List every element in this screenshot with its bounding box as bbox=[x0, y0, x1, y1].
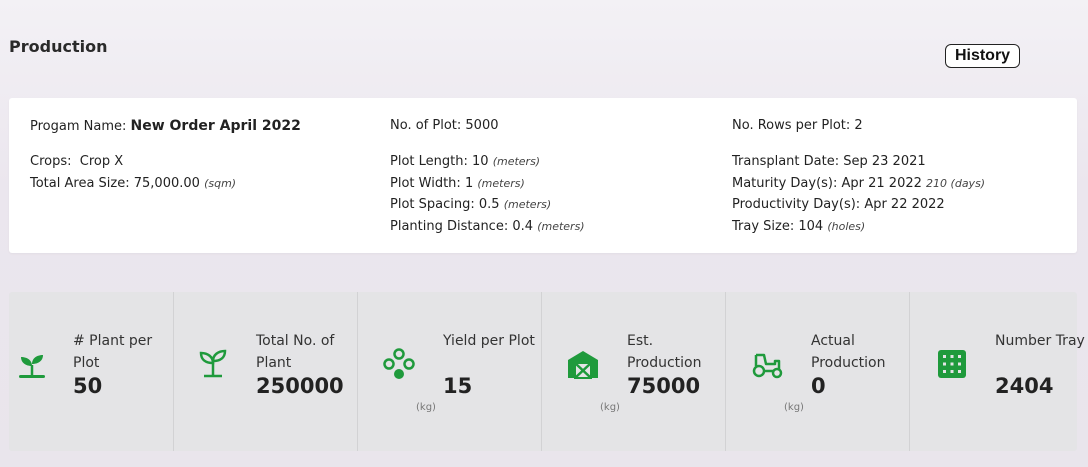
transplant-date-row: Transplant Date: Sep 23 2021 bbox=[732, 154, 926, 169]
rows-per-plot-row: No. Rows per Plot: 2 bbox=[732, 118, 863, 133]
stat-value: 75000 bbox=[627, 374, 701, 398]
stat-value: 250000 bbox=[256, 374, 344, 398]
program-name-label: Progam Name: bbox=[30, 119, 127, 134]
plot-length-unit: (meters) bbox=[492, 155, 541, 168]
planting-distance-unit: (meters) bbox=[537, 220, 585, 233]
total-area-label: Total Area Size: bbox=[30, 176, 130, 191]
no-plot-label: No. of Plot: bbox=[390, 118, 462, 133]
plot-width-unit: (meters) bbox=[477, 177, 525, 190]
stat-card-plant-per-plot: # Plant per Plot 50 bbox=[9, 292, 174, 451]
seeds-icon bbox=[383, 348, 415, 379]
program-name-value: New Order April 2022 bbox=[130, 118, 301, 134]
stat-label: # Plant per Plot bbox=[73, 333, 153, 371]
rows-per-plot-label: No. Rows per Plot: bbox=[732, 118, 851, 133]
productivity-row: Productivity Day(s): Apr 22 2022 bbox=[732, 197, 945, 212]
productivity-value: Apr 22 2022 bbox=[864, 197, 945, 212]
tray-size-value: 104 bbox=[798, 219, 824, 234]
stat-label: Total No. of Plant bbox=[256, 333, 335, 371]
page-title: Production bbox=[9, 37, 108, 56]
stat-unit: (kg) bbox=[784, 402, 804, 413]
sprout-icon bbox=[19, 355, 45, 378]
history-button[interactable]: History bbox=[945, 44, 1020, 68]
crops-label: Crops: bbox=[30, 154, 72, 169]
tray-grid-icon bbox=[938, 350, 966, 378]
planting-distance-value: 0.4 bbox=[512, 219, 534, 234]
transplant-date-label: Transplant Date: bbox=[732, 154, 840, 169]
stat-label: Number Tray bbox=[995, 333, 1085, 349]
tray-size-unit: (holes) bbox=[827, 220, 866, 233]
maturity-value: Apr 21 2022 bbox=[841, 176, 922, 191]
maturity-label: Maturity Day(s): bbox=[732, 176, 838, 191]
stat-label: Est. Production bbox=[627, 333, 702, 371]
stats-row: # Plant per Plot 50 Total No. of Plant 2… bbox=[9, 292, 1085, 451]
stat-label: Actual Production bbox=[811, 333, 886, 371]
program-name-row: Progam Name: New Order April 2022 bbox=[30, 118, 301, 134]
rows-per-plot-value: 2 bbox=[854, 118, 863, 133]
plot-width-value: 1 bbox=[464, 176, 474, 191]
program-info-card: Progam Name: New Order April 2022 Crops:… bbox=[9, 98, 1077, 253]
no-plot-row: No. of Plot: 5000 bbox=[390, 118, 499, 133]
stat-label: Yield per Plot bbox=[443, 333, 535, 349]
plot-length-row: Plot Length: 10 (meters) bbox=[390, 154, 540, 169]
barn-icon bbox=[568, 351, 598, 379]
plot-spacing-row: Plot Spacing: 0.5 (meters) bbox=[390, 197, 551, 212]
tray-size-row: Tray Size: 104 (holes) bbox=[732, 219, 865, 234]
tractor-icon bbox=[752, 353, 783, 379]
plot-length-label: Plot Length: bbox=[390, 154, 468, 169]
stat-unit: (kg) bbox=[600, 402, 620, 413]
maturity-row: Maturity Day(s): Apr 21 2022 210 (days) bbox=[732, 176, 985, 191]
stat-unit: (kg) bbox=[416, 402, 436, 413]
no-plot-value: 5000 bbox=[465, 118, 499, 133]
transplant-date-value: Sep 23 2021 bbox=[843, 154, 926, 169]
stat-card-yield-per-plot: Yield per Plot 15 (kg) bbox=[358, 292, 542, 451]
plot-spacing-value: 0.5 bbox=[478, 197, 500, 212]
total-area-value: 75,000.00 bbox=[133, 176, 200, 191]
tray-size-label: Tray Size: bbox=[732, 219, 795, 234]
stat-card-actual-production: Actual Production 0 (kg) bbox=[726, 292, 910, 451]
stat-card-number-tray: Number Tray 2404 bbox=[910, 292, 1085, 451]
maturity-unit: 210 (days) bbox=[926, 177, 986, 190]
stat-value: 15 bbox=[443, 374, 473, 398]
productivity-label: Productivity Day(s): bbox=[732, 197, 861, 212]
crops-row: Crops: Crop X bbox=[30, 154, 123, 169]
planting-distance-row: Planting Distance: 0.4 (meters) bbox=[390, 219, 585, 234]
stat-value: 0 bbox=[811, 374, 826, 398]
stat-card-est-production: Est. Production 75000 (kg) bbox=[542, 292, 726, 451]
plot-spacing-label: Plot Spacing: bbox=[390, 197, 475, 212]
stat-value: 2404 bbox=[995, 374, 1054, 398]
stat-value: 50 bbox=[73, 374, 103, 398]
total-area-unit: (sqm) bbox=[204, 177, 237, 190]
planting-distance-label: Planting Distance: bbox=[390, 219, 509, 234]
total-area-row: Total Area Size: 75,000.00 (sqm) bbox=[30, 176, 236, 191]
seedling-icon bbox=[199, 349, 227, 378]
crops-value: Crop X bbox=[79, 154, 124, 169]
plot-length-value: 10 bbox=[472, 154, 489, 169]
plot-spacing-unit: (meters) bbox=[503, 198, 552, 211]
plot-width-row: Plot Width: 1 (meters) bbox=[390, 176, 525, 191]
plot-width-label: Plot Width: bbox=[390, 176, 461, 191]
stat-card-total-plant: Total No. of Plant 250000 bbox=[174, 292, 358, 451]
